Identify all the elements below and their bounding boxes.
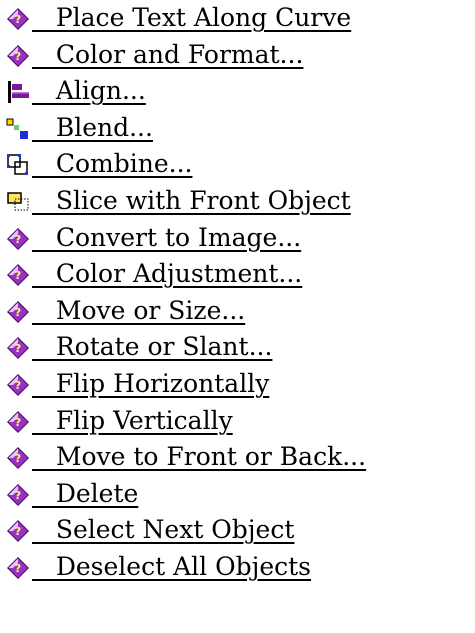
menu-item-rotate-or-slant[interactable]: ? Rotate or Slant... bbox=[6, 333, 474, 370]
diamond-help-icon: ? bbox=[6, 519, 30, 543]
diamond-help-icon: ? bbox=[6, 336, 30, 360]
diamond-help-icon: ? bbox=[6, 410, 30, 434]
menu-item-label[interactable]: Select Next Object bbox=[32, 516, 295, 544]
diamond-help-icon: ? bbox=[6, 556, 30, 580]
svg-text:?: ? bbox=[15, 379, 21, 392]
svg-text:?: ? bbox=[15, 562, 21, 575]
svg-text:?: ? bbox=[15, 13, 21, 26]
blend-icon bbox=[6, 117, 30, 141]
menu-item-label[interactable]: Rotate or Slant... bbox=[32, 333, 273, 361]
svg-text:?: ? bbox=[15, 306, 21, 319]
svg-text:?: ? bbox=[15, 452, 21, 465]
menu-item-label[interactable]: Move or Size... bbox=[32, 296, 245, 325]
menu-item-label[interactable]: Move to Front or Back... bbox=[32, 443, 366, 471]
menu-item-flip-vertically[interactable]: ? Flip Vertically bbox=[6, 406, 474, 444]
slice-icon bbox=[6, 190, 30, 214]
menu-item-convert-to-image[interactable]: ? Convert to Image... bbox=[6, 223, 474, 261]
menu-item-label[interactable]: Color and Format... bbox=[32, 40, 304, 69]
svg-text:?: ? bbox=[15, 489, 21, 502]
diamond-help-icon: ? bbox=[6, 263, 30, 287]
menu-item-label[interactable]: Place Text Along Curve bbox=[32, 4, 351, 32]
menu-item-label[interactable]: Slice with Front Object bbox=[32, 186, 351, 215]
menu-item-select-next-object[interactable]: ? Select Next Object bbox=[6, 516, 474, 553]
diamond-help-icon: ? bbox=[6, 446, 30, 470]
diamond-help-icon: ? bbox=[6, 7, 30, 31]
menu-item-label[interactable]: Flip Horizontally bbox=[32, 369, 270, 398]
menu-item-align[interactable]: Align... bbox=[6, 77, 474, 114]
menu-item-move-or-size[interactable]: ? Move or Size... bbox=[6, 296, 474, 334]
menu-item-color-and-format[interactable]: ? Color and Format... bbox=[6, 40, 474, 78]
combine-icon bbox=[6, 153, 30, 177]
menu-item-label[interactable]: Blend... bbox=[32, 113, 153, 142]
menu-item-delete[interactable]: ? Delete bbox=[6, 479, 474, 517]
menu-item-slice-with-front-object[interactable]: Slice with Front Object bbox=[6, 186, 474, 224]
menu-item-label[interactable]: Align... bbox=[32, 77, 146, 105]
menu-item-label[interactable]: Color Adjustment... bbox=[32, 260, 302, 288]
diamond-help-icon: ? bbox=[6, 44, 30, 68]
menu-item-label[interactable]: Convert to Image... bbox=[32, 223, 301, 252]
diamond-help-icon: ? bbox=[6, 300, 30, 324]
menu-item-label[interactable]: Flip Vertically bbox=[32, 406, 233, 435]
menu-item-label[interactable]: Delete bbox=[32, 479, 138, 508]
align-icon bbox=[6, 80, 30, 104]
menu-item-combine[interactable]: Combine... bbox=[6, 150, 474, 187]
svg-text:?: ? bbox=[15, 525, 21, 538]
svg-text:?: ? bbox=[15, 342, 21, 355]
menu-item-flip-horizontally[interactable]: ? Flip Horizontally bbox=[6, 369, 474, 407]
menu-item-deselect-all-objects[interactable]: ? Deselect All Objects bbox=[6, 552, 474, 590]
svg-text:?: ? bbox=[15, 233, 21, 246]
menu-item-label[interactable]: Combine... bbox=[32, 150, 193, 178]
menu-item-label[interactable]: Deselect All Objects bbox=[32, 552, 311, 581]
svg-text:?: ? bbox=[15, 50, 21, 63]
svg-text:?: ? bbox=[15, 416, 21, 429]
menu-item-color-adjustment[interactable]: ? Color Adjustment... bbox=[6, 260, 474, 297]
menu-item-place-text-along-curve[interactable]: ? Place Text Along Curve bbox=[6, 4, 474, 41]
diamond-help-icon: ? bbox=[6, 227, 30, 251]
menu-item-move-to-front-or-back[interactable]: ? Move to Front or Back... bbox=[6, 443, 474, 480]
diamond-help-icon: ? bbox=[6, 483, 30, 507]
help-topic-list: ? Place Text Along Curve ? Color and For… bbox=[6, 4, 474, 590]
diamond-help-icon: ? bbox=[6, 373, 30, 397]
svg-text:?: ? bbox=[15, 269, 21, 282]
menu-item-blend[interactable]: Blend... bbox=[6, 113, 474, 151]
